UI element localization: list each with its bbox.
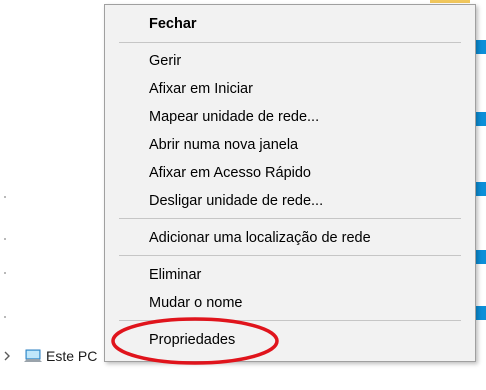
computer-icon — [24, 349, 42, 363]
menu-separator — [119, 255, 461, 256]
tree-dot — [4, 316, 6, 318]
tree-dot — [4, 272, 6, 274]
nav-tree-item-este-pc[interactable]: Este PC — [0, 345, 110, 367]
menu-item-mudar-nome[interactable]: Mudar o nome — [149, 291, 459, 315]
scroll-accent — [476, 250, 486, 264]
menu-separator — [119, 42, 461, 43]
folder-strip — [430, 0, 470, 3]
nav-tree-item-label: Este PC — [46, 348, 98, 364]
context-menu: Fechar Gerir Afixar em Iniciar Mapear un… — [104, 4, 476, 362]
menu-item-afixar-iniciar[interactable]: Afixar em Iniciar — [149, 77, 459, 101]
menu-item-desligar-unidade[interactable]: Desligar unidade de rede... — [149, 189, 459, 213]
scroll-accent — [476, 40, 486, 54]
chevron-right-icon[interactable] — [0, 349, 14, 363]
annotation-ellipse — [111, 317, 279, 365]
menu-item-mapear-unidade[interactable]: Mapear unidade de rede... — [149, 105, 459, 129]
menu-item-eliminar[interactable]: Eliminar — [149, 263, 459, 287]
menu-item-abrir-nova-janela[interactable]: Abrir numa nova janela — [149, 133, 459, 157]
menu-item-adicionar-localizacao[interactable]: Adicionar uma localização de rede — [149, 226, 459, 250]
menu-separator — [119, 218, 461, 219]
scroll-accent — [476, 306, 486, 320]
menu-item-gerir[interactable]: Gerir — [149, 49, 459, 73]
scroll-accent — [476, 112, 486, 126]
menu-item-fechar[interactable]: Fechar — [149, 12, 459, 36]
tree-dot — [4, 238, 6, 240]
menu-item-afixar-acesso-rapido[interactable]: Afixar em Acesso Rápido — [149, 161, 459, 185]
scroll-accent — [476, 182, 486, 196]
tree-dot — [4, 196, 6, 198]
